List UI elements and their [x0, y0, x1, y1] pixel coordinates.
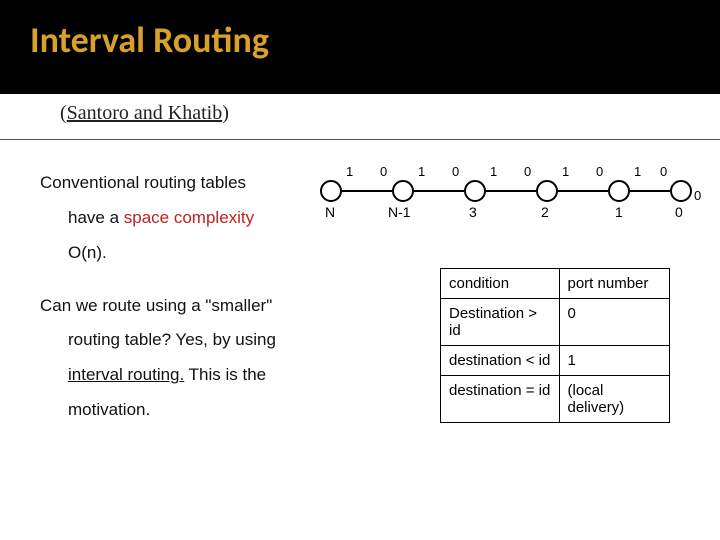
paren-open: (	[60, 102, 67, 124]
port-in-4: 0	[660, 164, 667, 179]
subtitle: (Santoro and Khatib)	[0, 94, 720, 125]
table-row: Destination > id 0	[441, 299, 670, 346]
authors: Santoro and Khatib	[67, 102, 223, 124]
routing-table: condition port number Destination > id 0…	[440, 268, 670, 423]
edge-4	[630, 190, 670, 192]
p2-line2: routing table? Yes, by using	[40, 330, 276, 349]
node-label-5: 0	[675, 204, 683, 220]
node-0	[670, 180, 692, 202]
p1-line3: O(n).	[40, 243, 107, 262]
header-condition: condition	[441, 269, 560, 299]
port-out-1: 1	[418, 164, 425, 179]
table-row: destination < id 1	[441, 346, 670, 376]
p1-l2-a: have a	[68, 208, 124, 227]
edge-1	[414, 190, 464, 192]
space-complexity-text: space complexity	[124, 208, 254, 227]
p2-l3-b: This is the	[184, 365, 266, 384]
title-bar: Interval Routing	[0, 0, 720, 94]
cell-cond-2: destination = id	[441, 376, 560, 423]
paragraph-2: Can we route using a "smaller" routing t…	[40, 289, 360, 428]
port-in-3: 0	[596, 164, 603, 179]
port-out-3: 1	[562, 164, 569, 179]
p1-line1: Conventional routing tables	[40, 173, 246, 192]
port-out-4: 1	[634, 164, 641, 179]
p1-line2: have a space complexity	[40, 208, 254, 227]
node-3	[464, 180, 486, 202]
table-header-row: condition port number	[441, 269, 670, 299]
paren-close: )	[222, 102, 229, 124]
chain-diagram: 1 0 1 0 1 0 1 0 1 0 0 N N-1 3 2 1 0	[320, 170, 700, 230]
node-Nm1	[392, 180, 414, 202]
cell-cond-0: Destination > id	[441, 299, 560, 346]
port-out-2: 1	[490, 164, 497, 179]
cell-port-1: 1	[559, 346, 670, 376]
node-1	[608, 180, 630, 202]
slide-title: Interval Routing	[0, 0, 720, 62]
paragraph-1: Conventional routing tables have a space…	[40, 166, 360, 271]
port-out-0: 1	[346, 164, 353, 179]
p2-line4: motivation.	[40, 400, 150, 419]
node-2	[536, 180, 558, 202]
node-N	[320, 180, 342, 202]
header-port: port number	[559, 269, 670, 299]
node-label-2: 3	[469, 204, 477, 220]
port-in-1: 0	[452, 164, 459, 179]
interval-routing-text: interval routing.	[68, 365, 184, 384]
p2-line3: interval routing. This is the	[40, 365, 266, 384]
p2-line1: Can we route using a "smaller"	[40, 296, 272, 315]
edge-0	[342, 190, 392, 192]
rightmost-port: 0	[694, 188, 701, 203]
node-label-1: N-1	[388, 204, 411, 220]
node-label-4: 1	[615, 204, 623, 220]
cell-port-0: 0	[559, 299, 670, 346]
node-label-3: 2	[541, 204, 549, 220]
port-in-2: 0	[524, 164, 531, 179]
edge-2	[486, 190, 536, 192]
cell-port-2: (local delivery)	[559, 376, 670, 423]
cell-cond-1: destination < id	[441, 346, 560, 376]
table-row: destination = id (local delivery)	[441, 376, 670, 423]
port-in-0: 0	[380, 164, 387, 179]
edge-3	[558, 190, 608, 192]
node-label-0: N	[325, 204, 335, 220]
